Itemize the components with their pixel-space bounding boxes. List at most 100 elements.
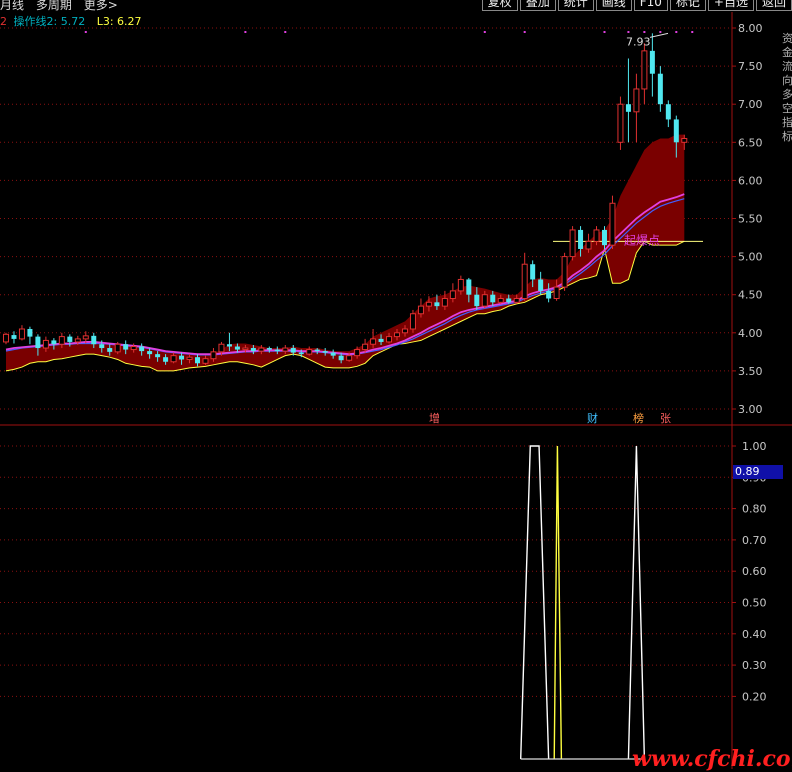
candle-body [386,336,393,343]
main-tick-label: 5.50 [738,213,763,226]
candle-body [609,202,616,246]
candle-body [130,346,137,351]
candle-body [242,347,249,351]
candle-body [457,278,464,292]
candle-body [139,346,145,352]
sub-tick-label: 0.50 [742,597,767,610]
candle-body [258,347,265,352]
candle-body [107,348,113,352]
candle-body [314,349,320,352]
candle-body [234,346,240,350]
main-tick-label: 5.00 [738,251,763,264]
candle-body [290,348,296,353]
candle-body [506,298,512,303]
candle-body [114,343,121,353]
sub-tick-label: 0.70 [742,534,767,547]
candle-body [466,279,472,295]
signal-dot [691,31,694,33]
candle-body [226,344,232,347]
candle-body [425,301,432,307]
signal-dot [675,31,678,33]
stock-chart[interactable]: 8.00 7.50 7.00 6.50 6.00 5.50 5.00 4.50 4.00 3.50… [0,0,792,769]
candle-body [35,336,41,349]
candle-body [513,298,520,303]
candle-body [218,343,225,353]
candle-body [490,294,496,303]
signal-dot [284,31,287,33]
signal-dot [627,31,630,33]
current-value-box: 0.89 [733,465,783,479]
candle-body [394,332,401,338]
candle-body [186,356,193,360]
candle-body [170,355,177,363]
candle-body [401,328,408,334]
candle-body [617,103,624,143]
max-price-label: 7.93 [626,35,651,48]
candle-body [42,339,49,349]
indicator-series-0 [520,445,550,760]
candle-body [673,119,679,143]
candle-body [641,50,648,90]
candle-body [74,338,81,343]
signal-dot [523,31,526,33]
main-tick-label: 7.50 [738,60,763,73]
main-tick-label: 6.00 [738,174,763,187]
candle-body [538,279,544,291]
side-indicator-label: 资金流向多空指标 [782,32,792,143]
signal-zeng: 增 [429,412,440,425]
candle-body [163,357,169,362]
candle-body [362,343,369,351]
main-tick-label: 3.50 [738,365,763,378]
candle-body [593,229,600,242]
breakout-annotation: 起爆点 [624,233,660,247]
main-tick-label: 6.50 [738,136,763,149]
candle-body [665,104,671,120]
candle-body [11,335,17,339]
candle-body [123,344,129,350]
signal-dot [483,31,486,33]
candle-body [250,348,256,352]
sub-tick-label: 0.20 [742,690,767,703]
cost-band [5,134,685,371]
candle-body [58,336,65,345]
candle-body [282,347,289,352]
candle-body [99,344,105,349]
signal-zhang: 张 [660,412,671,425]
candle-body [51,340,57,345]
candle-body [298,352,304,355]
candle-body [553,286,560,300]
main-tick-label: 7.00 [738,98,763,111]
candle-body [441,298,448,307]
candle-body [434,302,440,307]
candle-body [210,351,217,360]
candle-body [417,305,424,315]
candle-body [155,354,161,358]
candle-body [497,298,504,303]
candle-body [681,137,688,143]
candle-body [306,349,313,355]
signal-dot [659,31,662,33]
main-tick-label: 3.00 [738,403,763,416]
candle-body [274,349,280,352]
candle-body [578,229,584,249]
signal-dot [643,31,646,33]
candle-body [147,351,153,355]
candle-body [561,256,568,288]
candle-body [370,338,377,345]
candle-body [179,355,185,360]
watermark: www.cfchi.com [632,746,792,772]
candle-body [633,88,640,113]
candle-body [625,104,631,112]
candle-body [657,73,663,105]
main-tick-label: 4.50 [738,289,763,302]
candle-body [649,50,655,74]
signal-dot [84,31,87,33]
candle-body [354,349,361,357]
candle-body [569,229,576,258]
candle-body [481,294,488,307]
sub-tick-label: 0.40 [742,628,767,641]
candle-body [18,328,25,340]
candle-body [521,263,528,300]
signal-bang: 榜 [633,412,644,425]
candle-body [91,335,97,345]
